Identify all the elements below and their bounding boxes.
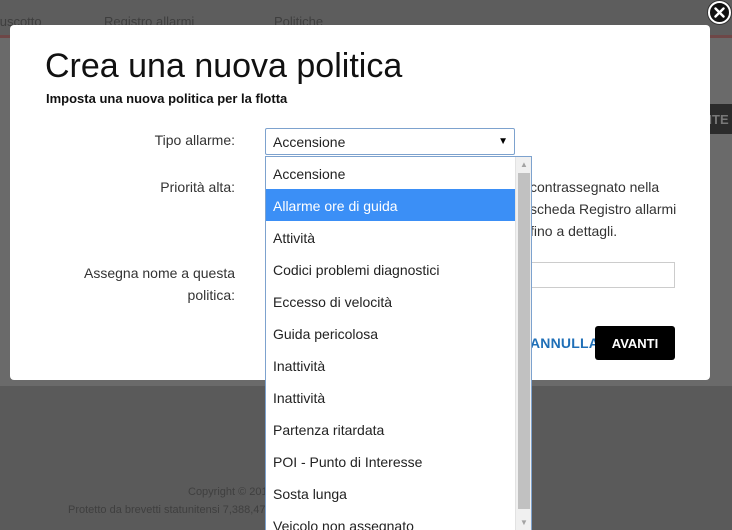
dropdown-option-driving-hours-alarm[interactable]: Allarme ore di guida	[266, 189, 515, 221]
scroll-down-icon[interactable]: ▼	[520, 518, 528, 527]
next-button[interactable]: AVANTI	[595, 326, 675, 360]
alarm-type-dropdown-list[interactable]: Accensione Allarme ore di guida Attività…	[265, 156, 532, 530]
dropdown-option-inactivity-2[interactable]: Inattività	[266, 381, 515, 413]
dialog-subtitle: Imposta una nuova politica per la flotta	[46, 91, 288, 106]
scrollbar-thumb[interactable]	[518, 173, 530, 509]
close-dialog-button[interactable]	[708, 1, 731, 24]
chevron-down-icon: ▼	[498, 136, 508, 147]
dropdown-option-long-stop[interactable]: Sosta lunga	[266, 477, 515, 509]
alarm-type-select[interactable]: Accensione ▼	[265, 128, 515, 155]
dialog-title: Crea una nuova politica	[45, 47, 403, 85]
dropdown-option-dangerous-driving[interactable]: Guida pericolosa	[266, 317, 515, 349]
high-priority-label: Priorità alta:	[160, 179, 235, 195]
policy-name-label: Assegna nome a questa politica:	[30, 262, 235, 306]
scroll-up-icon[interactable]: ▲	[520, 160, 528, 169]
high-priority-help-text: contrassegnato nella scheda Registro all…	[530, 179, 677, 239]
policy-name-input[interactable]	[530, 262, 675, 288]
policy-name-label-line2: politica:	[187, 287, 235, 303]
alarm-type-label: Tipo allarme:	[154, 132, 235, 148]
dropdown-option-activity[interactable]: Attività	[266, 221, 515, 253]
dropdown-option-unassigned-vehicle[interactable]: Veicolo non assegnato	[266, 509, 515, 530]
dropdown-option-ignition[interactable]: Accensione	[266, 157, 515, 189]
cancel-button[interactable]: ANNULLA	[530, 335, 599, 351]
close-icon	[714, 7, 725, 18]
dropdown-option-late-departure[interactable]: Partenza ritardata	[266, 413, 515, 445]
dropdown-option-speeding[interactable]: Eccesso di velocità	[266, 285, 515, 317]
dropdown-option-diagnostic-trouble-codes[interactable]: Codici problemi diagnostici	[266, 253, 515, 285]
dropdown-option-poi[interactable]: POI - Punto di Interesse	[266, 445, 515, 477]
dropdown-option-inactivity[interactable]: Inattività	[266, 349, 515, 381]
dropdown-scrollbar[interactable]: ▲ ▼	[515, 157, 531, 530]
policy-name-label-line1: Assegna nome a questa	[84, 265, 235, 281]
alarm-type-selected-value: Accensione	[273, 134, 346, 150]
